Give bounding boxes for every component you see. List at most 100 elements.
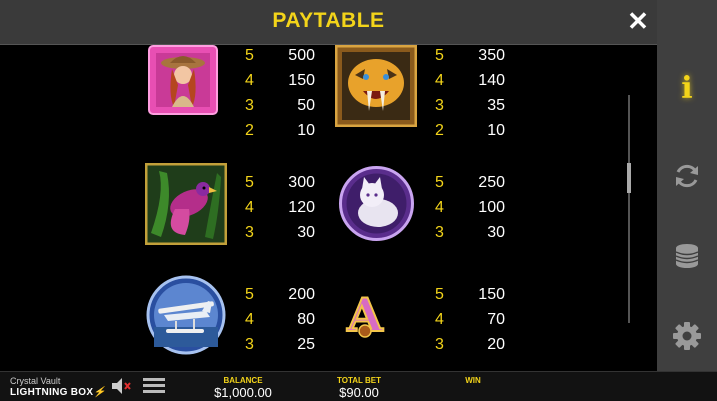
pay-value: 35 [487,97,505,114]
gear-icon [673,322,701,350]
parrot-bird-paylist: 5 300 4 120 3 30 [245,170,315,245]
game-name: Crystal Vault [10,376,61,386]
lightning-bolt-icon: ⚡ [93,387,107,398]
pay-row: 5 500 [245,45,315,68]
letter-a-symbol: A [345,287,385,342]
refresh-icon [676,164,698,188]
page-title: PAYTABLE [272,9,385,32]
pay-value: 100 [478,199,505,216]
pay-value: 150 [478,286,505,303]
pay-count: 5 [245,174,254,191]
pay-row: 5 350 [435,45,505,68]
total-bet-label: TOTAL BET [337,376,381,385]
pay-value: 10 [487,122,505,139]
balance-label: BALANCE [223,376,263,385]
pay-value: 250 [478,174,505,191]
pay-value: 200 [288,286,315,303]
letter-a-paylist: 5 150 4 70 3 20 [435,282,505,357]
menu-bar [143,378,165,381]
pay-row: 4 140 [435,68,505,93]
pay-row: 3 35 [435,93,505,118]
parrot-bird-symbol [145,163,227,245]
pay-count: 5 [245,47,254,64]
pay-value: 30 [487,224,505,241]
pay-row: 3 25 [245,332,315,357]
pay-count: 3 [245,224,254,241]
pay-value: 50 [297,97,315,114]
pay-row: 4 120 [245,195,315,220]
coin-stack-icon [675,244,699,268]
paytable-header: PAYTABLE ✕ [0,0,657,45]
pay-count: 4 [245,311,254,328]
brand-label: LIGHTNING BOX [10,387,94,398]
pay-count: 2 [435,122,444,139]
pay-count: 4 [435,72,444,89]
pay-value: 350 [478,47,505,64]
pay-row: 5 150 [435,282,505,307]
pay-count: 4 [245,199,254,216]
pay-value: 120 [288,199,315,216]
autoplay-button[interactable] [667,156,707,196]
pay-value: 300 [288,174,315,191]
explorer-woman-paylist: 5 500 4 150 3 50 2 10 [245,45,315,143]
pay-count: 3 [245,336,254,353]
total-bet-value: $90.00 [339,385,379,400]
pay-value: 150 [288,72,315,89]
pay-count: 3 [435,336,444,353]
sabertooth-tiger-symbol [335,45,417,127]
pay-count: 4 [245,72,254,89]
pay-count: 5 [435,286,444,303]
pay-row: 3 20 [435,332,505,357]
mute-button[interactable] [110,377,132,395]
sidebar: i [657,0,717,371]
pay-row: 2 10 [245,118,315,143]
pay-value: 30 [297,224,315,241]
close-button[interactable]: ✕ [622,6,654,38]
pay-row: 4 80 [245,307,315,332]
pay-count: 5 [245,286,254,303]
bet-button[interactable] [667,236,707,276]
pay-value: 20 [487,336,505,353]
pay-row: 3 30 [245,220,315,245]
pay-value: 500 [288,47,315,64]
pay-count: 3 [245,97,254,114]
settings-button[interactable] [667,316,707,356]
pay-row: 5 250 [435,170,505,195]
pay-value: 25 [297,336,315,353]
explorer-woman-symbol [148,45,218,115]
seaplane-symbol [146,275,226,355]
pay-count: 2 [245,122,254,139]
pay-row: 3 50 [245,93,315,118]
game-footer: Crystal Vault LIGHTNING BOX⚡ BALANCE $1,… [0,371,717,401]
menu-button[interactable] [143,378,165,395]
pay-count: 4 [435,199,444,216]
pay-count: 5 [435,47,444,64]
brand-logo: LIGHTNING BOX⚡ [10,387,106,398]
pay-value: 80 [297,311,315,328]
pay-row: 4 150 [245,68,315,93]
pay-count: 3 [435,224,444,241]
pay-count: 4 [435,311,444,328]
white-cat-paylist: 5 250 4 100 3 30 [435,170,505,245]
pay-value: 70 [487,311,505,328]
info-icon: i [681,71,693,106]
pay-value: 140 [478,72,505,89]
win-label: WIN [465,376,481,385]
pay-count: 3 [435,97,444,114]
menu-bar [143,384,165,387]
seaplane-paylist: 5 200 4 80 3 25 [245,282,315,357]
info-button[interactable]: i [667,72,707,112]
pay-row: 5 200 [245,282,315,307]
balance-value: $1,000.00 [214,385,272,400]
white-cat-symbol [339,166,414,241]
pay-value: 10 [297,122,315,139]
pay-row: 4 70 [435,307,505,332]
pay-row: 5 300 [245,170,315,195]
paytable-content: 5 500 4 150 3 50 2 10 5 350 4 140 3 35 2 10 5 300… [0,45,657,371]
sabertooth-tiger-paylist: 5 350 4 140 3 35 2 10 [435,45,505,143]
pay-row: 3 30 [435,220,505,245]
pay-row: 2 10 [435,118,505,143]
pay-count: 5 [435,174,444,191]
pay-row: 4 100 [435,195,505,220]
menu-bar [143,390,165,393]
